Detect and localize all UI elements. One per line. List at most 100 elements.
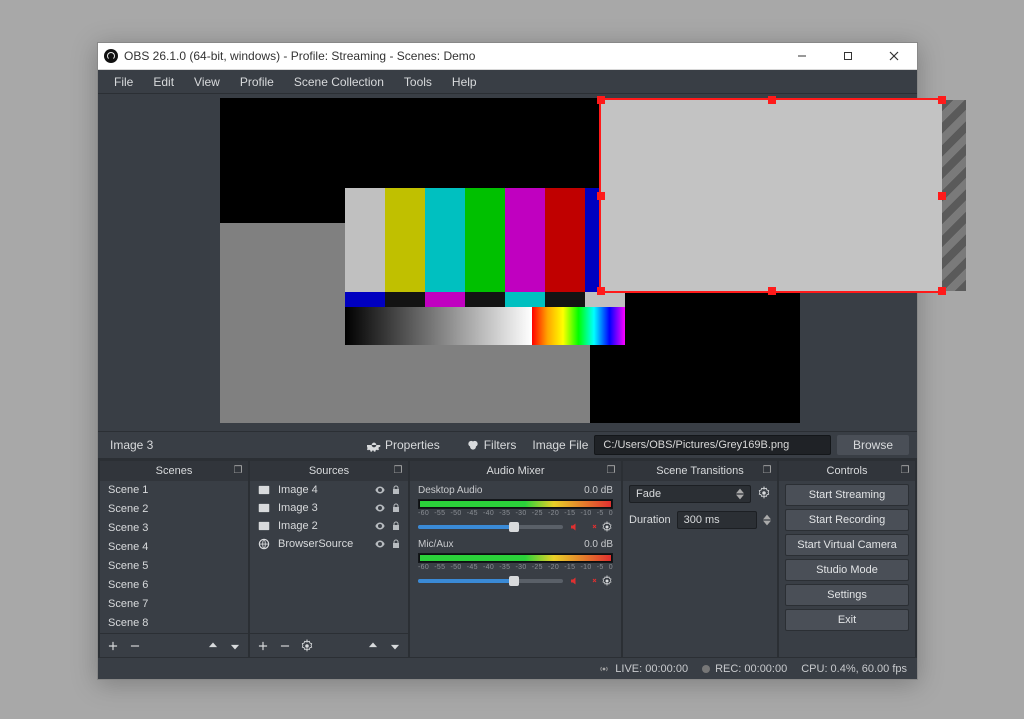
resize-handle-w[interactable] xyxy=(597,192,605,200)
record-dot-icon xyxy=(702,665,710,673)
filters-button[interactable]: Filters xyxy=(456,435,527,455)
resize-handle-n[interactable] xyxy=(768,96,776,104)
resize-handle-ne[interactable] xyxy=(938,96,946,104)
properties-button[interactable]: Properties xyxy=(357,435,450,455)
preview-area[interactable] xyxy=(98,94,917,431)
sources-title: Sources xyxy=(309,465,349,477)
resize-handle-se[interactable] xyxy=(938,287,946,295)
transition-settings-button[interactable] xyxy=(757,486,771,503)
scene-item[interactable]: Scene 1 xyxy=(100,481,248,500)
mute-icon[interactable] xyxy=(569,575,581,587)
resize-handle-e[interactable] xyxy=(938,192,946,200)
start-streaming-button[interactable]: Start Streaming xyxy=(785,484,909,506)
add-icon[interactable] xyxy=(106,639,120,653)
menu-profile[interactable]: Profile xyxy=(230,71,284,93)
duration-input[interactable]: 300 ms xyxy=(677,511,757,529)
volume-slider[interactable] xyxy=(418,579,563,583)
filters-icon xyxy=(466,438,480,452)
menu-edit[interactable]: Edit xyxy=(143,71,184,93)
lock-icon[interactable] xyxy=(390,520,402,532)
popout-icon[interactable]: ❐ xyxy=(605,464,617,476)
maximize-button[interactable] xyxy=(825,43,871,70)
source-row[interactable]: Image 3 xyxy=(250,499,408,517)
selected-layer xyxy=(601,100,942,291)
mute-icon[interactable] xyxy=(569,521,581,533)
menu-help[interactable]: Help xyxy=(442,71,487,93)
menu-scenecollection[interactable]: Scene Collection xyxy=(284,71,394,93)
visibility-icon[interactable] xyxy=(374,502,386,514)
source-row[interactable]: BrowserSource xyxy=(250,535,408,553)
source-row[interactable]: Image 2 xyxy=(250,517,408,535)
mixer-title: Audio Mixer xyxy=(486,465,544,477)
resize-handle-s[interactable] xyxy=(768,287,776,295)
resize-handle-sw[interactable] xyxy=(597,287,605,295)
move-up-icon[interactable] xyxy=(366,639,380,653)
popout-icon[interactable]: ❐ xyxy=(232,464,244,476)
lock-icon[interactable] xyxy=(390,484,402,496)
app-window: OBS 26.1.0 (64-bit, windows) - Profile: … xyxy=(97,42,918,680)
visibility-icon[interactable] xyxy=(374,520,386,532)
unmute-x-icon[interactable] xyxy=(585,575,597,587)
menu-tools[interactable]: Tools xyxy=(394,71,442,93)
scenes-list[interactable]: Scene 1 Scene 2 Scene 3 Scene 4 Scene 5 … xyxy=(100,481,248,633)
resize-handle-nw[interactable] xyxy=(597,96,605,104)
menu-file[interactable]: File xyxy=(104,71,143,93)
image-file-path[interactable]: C:/Users/OBS/Pictures/Grey169B.png xyxy=(594,435,831,455)
meter-ticks: -60-55-50-45-40-35-30-25-20-15-10-50 xyxy=(418,510,613,517)
menubar: File Edit View Profile Scene Collection … xyxy=(98,70,917,94)
scene-item[interactable]: Scene 8 xyxy=(100,614,248,633)
popout-icon[interactable]: ❐ xyxy=(392,464,404,476)
gear-icon[interactable] xyxy=(300,639,314,653)
scene-item[interactable]: Scene 2 xyxy=(100,500,248,519)
sources-list[interactable]: Image 4 Image 3 Image 2 xyxy=(250,481,408,633)
rec-status: REC: 00:00:00 xyxy=(702,663,787,675)
selection-box[interactable] xyxy=(599,98,944,293)
minimize-button[interactable] xyxy=(779,43,825,70)
remove-icon[interactable] xyxy=(128,639,142,653)
preview-layer-testpattern xyxy=(345,188,625,345)
scene-item[interactable]: Scene 7 xyxy=(100,595,248,614)
lock-icon[interactable] xyxy=(390,538,402,550)
add-icon[interactable] xyxy=(256,639,270,653)
scene-item[interactable]: Scene 6 xyxy=(100,576,248,595)
scenes-title: Scenes xyxy=(156,465,193,477)
mixer-channel: Mic/Aux0.0 dB -60-55-50-45-40-35-30-25-2… xyxy=(410,535,621,589)
scene-item[interactable]: Scene 3 xyxy=(100,519,248,538)
transitions-dock: Scene Transitions❐ Fade Duration 300 ms xyxy=(623,461,777,657)
close-button[interactable] xyxy=(871,43,917,70)
statusbar: LIVE: 00:00:00 REC: 00:00:00 CPU: 0.4%, … xyxy=(98,657,917,679)
gear-icon[interactable] xyxy=(601,575,613,587)
transition-select[interactable]: Fade xyxy=(629,485,751,503)
browse-button[interactable]: Browse xyxy=(837,435,909,455)
channel-level: 0.0 dB xyxy=(584,485,613,496)
move-down-icon[interactable] xyxy=(388,639,402,653)
preview-canvas[interactable] xyxy=(220,98,800,423)
move-down-icon[interactable] xyxy=(228,639,242,653)
popout-icon[interactable]: ❐ xyxy=(761,464,773,476)
titlebar: OBS 26.1.0 (64-bit, windows) - Profile: … xyxy=(98,43,917,70)
scene-item[interactable]: Scene 5 xyxy=(100,557,248,576)
visibility-icon[interactable] xyxy=(374,484,386,496)
lock-icon[interactable] xyxy=(390,502,402,514)
remove-icon[interactable] xyxy=(278,639,292,653)
visibility-icon[interactable] xyxy=(374,538,386,550)
start-virtual-camera-button[interactable]: Start Virtual Camera xyxy=(785,534,909,556)
studio-mode-button[interactable]: Studio Mode xyxy=(785,559,909,581)
gear-icon[interactable] xyxy=(601,521,613,533)
source-row[interactable]: Image 4 xyxy=(250,481,408,499)
settings-button[interactable]: Settings xyxy=(785,584,909,606)
start-recording-button[interactable]: Start Recording xyxy=(785,509,909,531)
window-title: OBS 26.1.0 (64-bit, windows) - Profile: … xyxy=(124,49,475,63)
popout-icon[interactable]: ❐ xyxy=(899,464,911,476)
unmute-x-icon[interactable] xyxy=(585,521,597,533)
menu-view[interactable]: View xyxy=(184,71,230,93)
image-source-icon xyxy=(256,500,272,516)
live-status: LIVE: 00:00:00 xyxy=(598,663,688,675)
obs-logo-icon xyxy=(104,49,118,63)
volume-slider[interactable] xyxy=(418,525,563,529)
image-source-icon xyxy=(256,518,272,534)
scene-item[interactable]: Scene 4 xyxy=(100,538,248,557)
exit-button[interactable]: Exit xyxy=(785,609,909,631)
move-up-icon[interactable] xyxy=(206,639,220,653)
channel-level: 0.0 dB xyxy=(584,539,613,550)
